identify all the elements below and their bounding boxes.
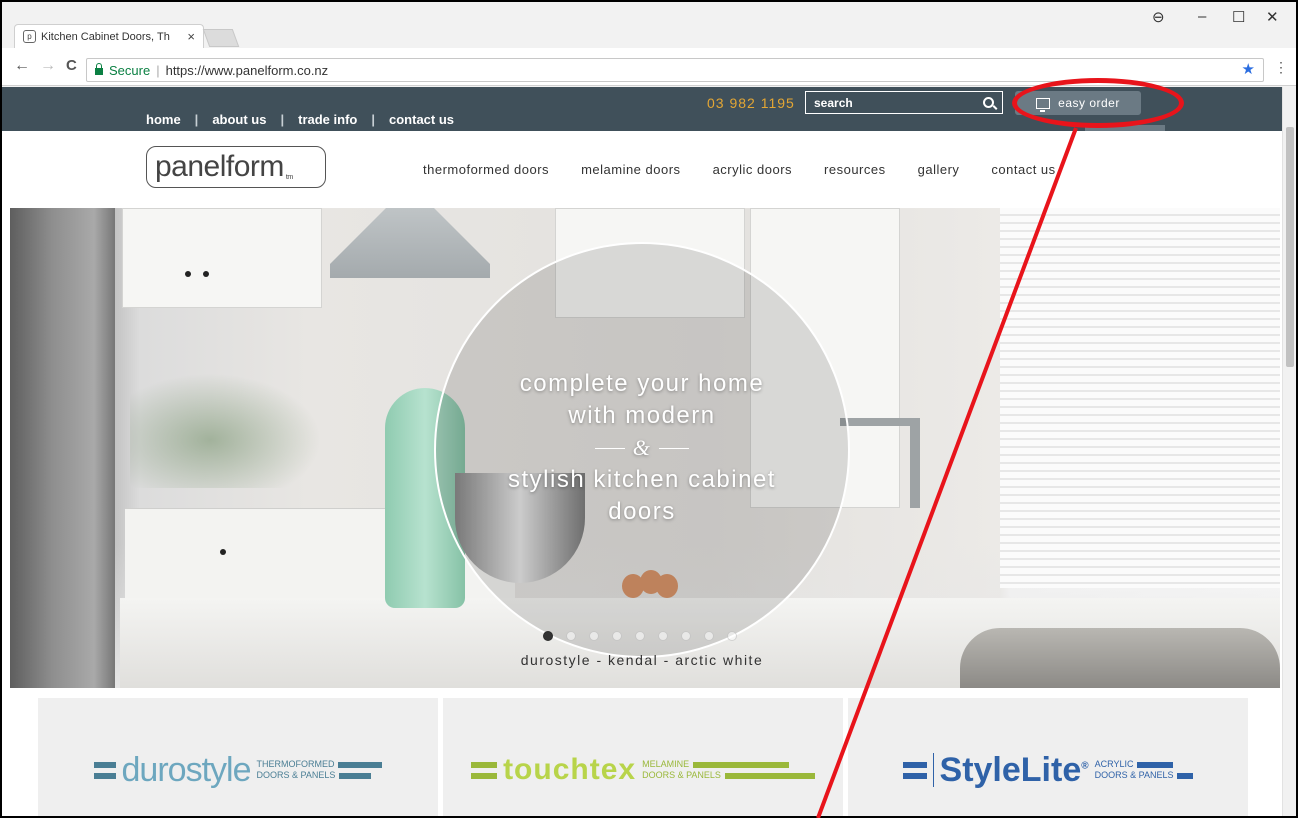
link-divider: | (371, 112, 375, 127)
brand-card-durostyle[interactable]: durostyle THERMOFORMED DOORS & PANELS (38, 698, 438, 816)
forward-button[interactable]: → (40, 57, 56, 75)
brand-subtitle: THERMOFORMED DOORS & PANELS (256, 759, 383, 781)
top-link-contact[interactable]: contact us (389, 112, 454, 127)
nav-thermoformed-doors[interactable]: thermoformed doors (423, 162, 549, 177)
brand-name: durostyle (121, 751, 252, 789)
slider-dot[interactable] (635, 631, 645, 641)
plant-image (130, 368, 330, 488)
cabinet-knob (203, 271, 209, 277)
phone-number[interactable]: 03 982 1195 (707, 95, 795, 111)
hero-line-4: doors (608, 498, 676, 525)
brand-name: touchtex (503, 753, 637, 786)
fridge-image (10, 208, 115, 688)
top-link-about[interactable]: about us (212, 112, 266, 127)
brand-subtitle: MELAMINE DOORS & PANELS (642, 759, 815, 781)
browser-menu-icon[interactable]: ⋮ (1274, 59, 1288, 76)
bookmark-star-icon[interactable]: ★ (1242, 60, 1255, 78)
tab-close-icon[interactable]: × (187, 29, 195, 44)
annotation-circle (1012, 78, 1184, 128)
slider-dot[interactable] (543, 631, 553, 641)
brand-panels: durostyle THERMOFORMED DOORS & PANELS to… (2, 688, 1282, 816)
window-blinds (1000, 208, 1280, 588)
back-button[interactable]: ← (14, 57, 30, 75)
brand-bars (902, 761, 927, 779)
bar-stools (960, 628, 1280, 688)
cabinet-knob (185, 271, 191, 277)
brand-card-stylelite[interactable]: StyleLite® ACRYLIC DOORS & PANELS (848, 698, 1248, 816)
top-links: home | about us | trade info | contact u… (146, 112, 454, 127)
ampersand-text: & (632, 435, 652, 460)
slider-dot[interactable] (589, 631, 599, 641)
tap-arm (840, 418, 920, 426)
minimize-button[interactable]: – (1198, 8, 1206, 25)
new-tab-button[interactable] (202, 29, 240, 47)
brand-bars (471, 761, 498, 779)
panelform-logo[interactable]: panelform tm (146, 146, 326, 188)
slider-dot[interactable] (658, 631, 668, 641)
nav-melamine-doors[interactable]: melamine doors (581, 162, 681, 177)
top-link-trade-info[interactable]: trade info (298, 112, 357, 127)
page-scrollbar[interactable] (1282, 87, 1296, 816)
url-separator: | (156, 62, 160, 78)
account-icon[interactable]: ⊖ (1152, 8, 1165, 26)
slider-dot[interactable] (704, 631, 714, 641)
hero-ampersand: & (434, 432, 850, 464)
brand-card-touchtex[interactable]: touchtex MELAMINE DOORS & PANELS (443, 698, 843, 816)
slider-dots (543, 631, 737, 641)
tab-strip: p Kitchen Cabinet Doors, Th × ⊖ – ☐ ✕ (2, 2, 1296, 48)
hero-slider[interactable]: complete your home with modern & stylish… (10, 208, 1280, 688)
brand-name: StyleLite® (932, 753, 1089, 787)
range-hood (330, 208, 490, 278)
search-box (805, 91, 1003, 114)
logo-text: panelform (155, 150, 284, 183)
brand-logo-durostyle: durostyle THERMOFORMED DOORS & PANELS (38, 750, 438, 790)
favicon-icon: p (23, 30, 36, 43)
secure-label: Secure (109, 62, 151, 78)
slider-dot[interactable] (727, 631, 737, 641)
close-window-button[interactable]: ✕ (1266, 8, 1279, 26)
nav-resources[interactable]: resources (824, 162, 886, 177)
main-nav: thermoformed doors melamine doors acryli… (423, 162, 1088, 177)
hero-headline: complete your home with modern & stylish… (434, 368, 850, 528)
browser-tab[interactable]: p Kitchen Cabinet Doors, Th × (14, 24, 204, 48)
site-header: panelform tm thermoformed doors melamine… (2, 131, 1282, 208)
tab-title: Kitchen Cabinet Doors, Th (41, 30, 170, 43)
lock-icon (95, 62, 103, 75)
brand-logo-stylelite: StyleLite® ACRYLIC DOORS & PANELS (848, 750, 1248, 790)
hero-line-2: with modern (568, 402, 716, 429)
slider-dot[interactable] (681, 631, 691, 641)
hero-line-1: complete your home (519, 370, 765, 397)
search-input[interactable] (814, 95, 983, 110)
slider-dot[interactable] (612, 631, 622, 641)
nav-contact-us[interactable]: contact us (991, 162, 1055, 177)
brand-subtitle: ACRYLIC DOORS & PANELS (1095, 759, 1194, 781)
link-divider: | (280, 112, 285, 127)
cabinet-knob (220, 549, 226, 555)
maximize-button[interactable]: ☐ (1232, 8, 1245, 26)
reload-button[interactable]: C (66, 57, 77, 74)
scrollbar-thumb[interactable] (1286, 127, 1294, 367)
link-divider: | (194, 112, 199, 127)
tap (910, 418, 920, 508)
top-link-home[interactable]: home (146, 112, 181, 127)
brand-logo-touchtex: touchtex MELAMINE DOORS & PANELS (443, 750, 843, 790)
slider-dot[interactable] (566, 631, 576, 641)
hero-line-3: stylish kitchen cabinet (508, 466, 776, 493)
search-icon[interactable] (983, 97, 994, 108)
nav-acrylic-doors[interactable]: acrylic doors (713, 162, 792, 177)
logo-tm: tm (285, 173, 293, 181)
slide-caption: durostyle - kendal - arctic white (520, 652, 764, 668)
upper-cabinet (122, 208, 322, 308)
page-viewport: home | about us | trade info | contact u… (2, 87, 1282, 816)
brand-bars (93, 761, 116, 779)
url-text: https://www.panelform.co.nz (165, 62, 329, 78)
nav-gallery[interactable]: gallery (918, 162, 960, 177)
